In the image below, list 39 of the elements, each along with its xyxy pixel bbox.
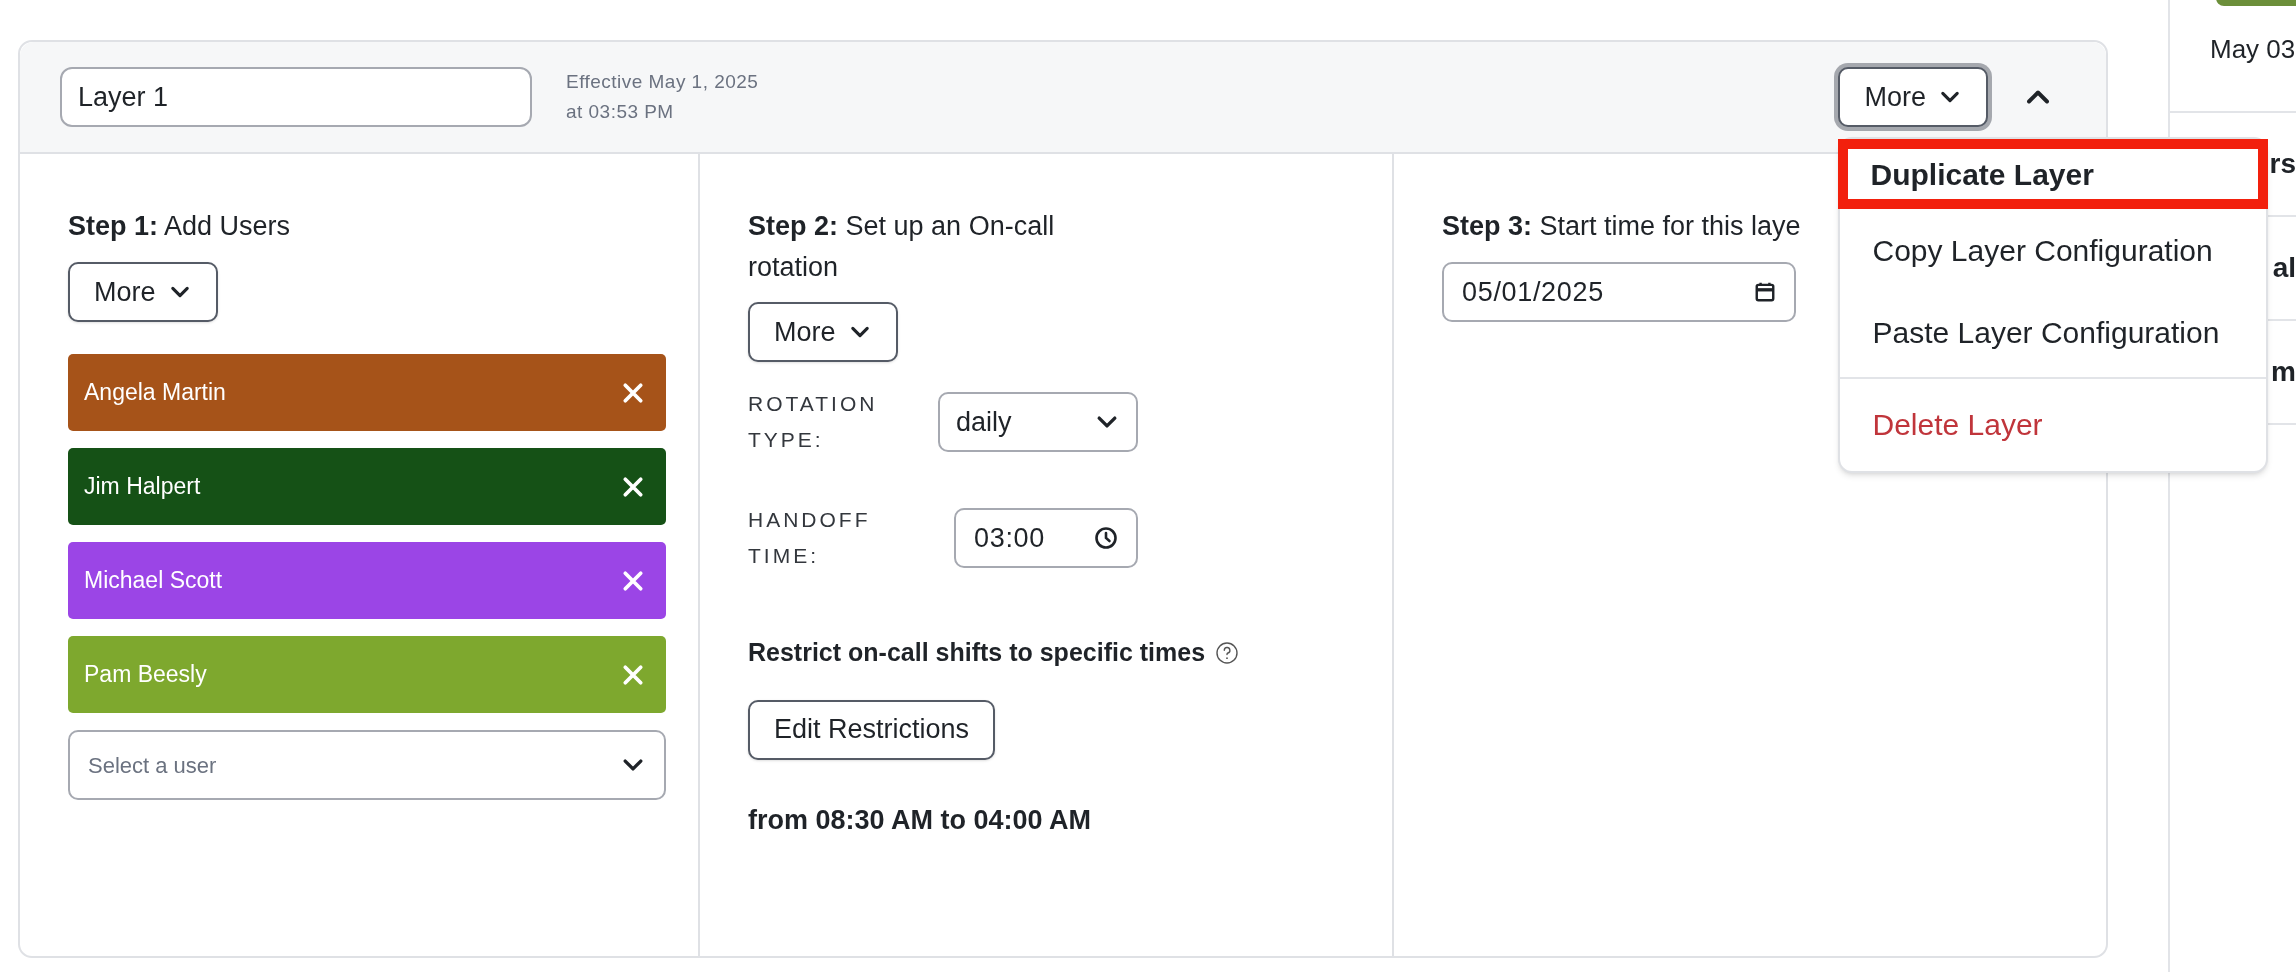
restrict-text: Restrict on-call shifts to specific times <box>748 637 1206 668</box>
effective-date-text: at 03:53 PM <box>566 100 675 124</box>
select-placeholder: Select a user <box>88 751 217 780</box>
cut-text: m <box>2271 355 2296 389</box>
layer-name-field[interactable]: Layer 1 <box>60 67 532 127</box>
restriction-summary: from 08:30 AM to 04:00 AM <box>748 803 1093 837</box>
more-button[interactable]: More <box>748 302 898 362</box>
help-icon[interactable] <box>1215 640 1240 665</box>
more-button[interactable]: More <box>68 262 218 322</box>
menu-item[interactable]: Copy Layer Configuration <box>1840 209 2267 291</box>
user-name: Jim Halpert <box>84 472 201 502</box>
rotation-type-select[interactable]: daily <box>938 392 1138 452</box>
cut-text: rs <box>2269 147 2296 181</box>
menu-item[interactable]: Delete Layer <box>1840 383 2267 465</box>
close-icon[interactable] <box>622 569 644 592</box>
user-name: Michael Scott <box>84 566 223 596</box>
menu-item[interactable]: Paste Layer Configuration <box>1840 291 2267 373</box>
select-value: daily <box>956 405 1012 439</box>
handoff-time-label: HANDOFF TIME: <box>748 507 872 569</box>
time-value: 03:00 <box>974 521 1045 555</box>
date-text: May 03 <box>2210 33 2296 66</box>
user-select[interactable]: Select a user <box>68 730 666 800</box>
menu-item[interactable]: Duplicate Layer <box>1838 139 2269 209</box>
date-value: 05/01/2025 <box>1462 275 1604 309</box>
step-heading: Step 1: Add Users <box>68 210 292 243</box>
date-field[interactable]: 05/01/2025 <box>1442 262 1796 322</box>
clock-icon[interactable] <box>1094 526 1118 550</box>
edit-restrictions-button[interactable]: Edit Restrictions <box>748 699 996 760</box>
cut-text: al <box>2272 251 2296 285</box>
handoff-time-field[interactable]: 03:00 <box>954 508 1138 568</box>
calendar-icon[interactable] <box>1754 281 1776 303</box>
step-heading: Step 3: Start time for this laye <box>1442 210 1802 243</box>
user-name: Pam Beesly <box>84 660 207 690</box>
effective-date-text: Effective May 1, 2025 <box>566 70 759 94</box>
rotation-type-label: ROTATION TYPE: <box>748 391 879 453</box>
user-name: Angela Martin <box>84 378 226 408</box>
close-icon[interactable] <box>622 475 644 498</box>
step-heading: Step 2: Set up an On-call rotation <box>748 210 1056 284</box>
close-icon[interactable] <box>622 381 644 404</box>
